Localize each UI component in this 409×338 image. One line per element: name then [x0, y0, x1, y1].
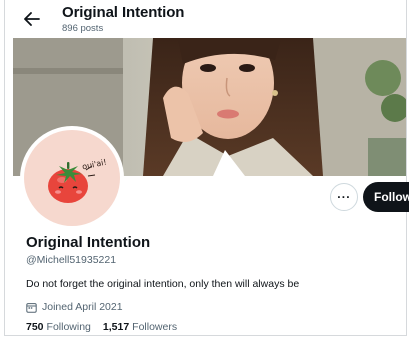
profile-frame: Original Intention 896 posts oui'ai! ···…	[4, 0, 409, 336]
profile-header: Original Intention 896 posts	[5, 0, 406, 38]
profile-display-name: Original Intention	[26, 234, 151, 251]
header-title: Original Intention	[62, 4, 185, 21]
joined-date: Joined April 2021	[26, 301, 123, 313]
profile-handle: @Michell51935221	[26, 254, 117, 266]
arrow-left-icon	[24, 12, 40, 26]
following-label: Following	[46, 321, 91, 333]
post-count: 896 posts	[62, 23, 104, 34]
calendar-icon	[26, 302, 37, 313]
following-link[interactable]: 750 Following	[26, 321, 91, 333]
more-button[interactable]: ···	[330, 183, 358, 211]
profile-stats: 750 Following 1,517 Followers	[26, 321, 177, 333]
joined-text: Joined April 2021	[42, 301, 123, 313]
tomato-icon	[48, 162, 96, 203]
following-count: 750	[26, 321, 44, 333]
profile-bio: Do not forget the original intention, on…	[26, 278, 300, 290]
ellipsis-icon: ···	[337, 190, 351, 204]
followers-label: Followers	[132, 321, 178, 333]
avatar[interactable]: oui'ai!	[20, 126, 124, 230]
followers-link[interactable]: 1,517 Followers	[103, 321, 177, 333]
follow-button[interactable]: Follow	[363, 182, 409, 212]
back-button[interactable]	[21, 10, 43, 28]
followers-count: 1,517	[102, 321, 130, 333]
avatar-image: oui'ai!	[24, 130, 120, 226]
